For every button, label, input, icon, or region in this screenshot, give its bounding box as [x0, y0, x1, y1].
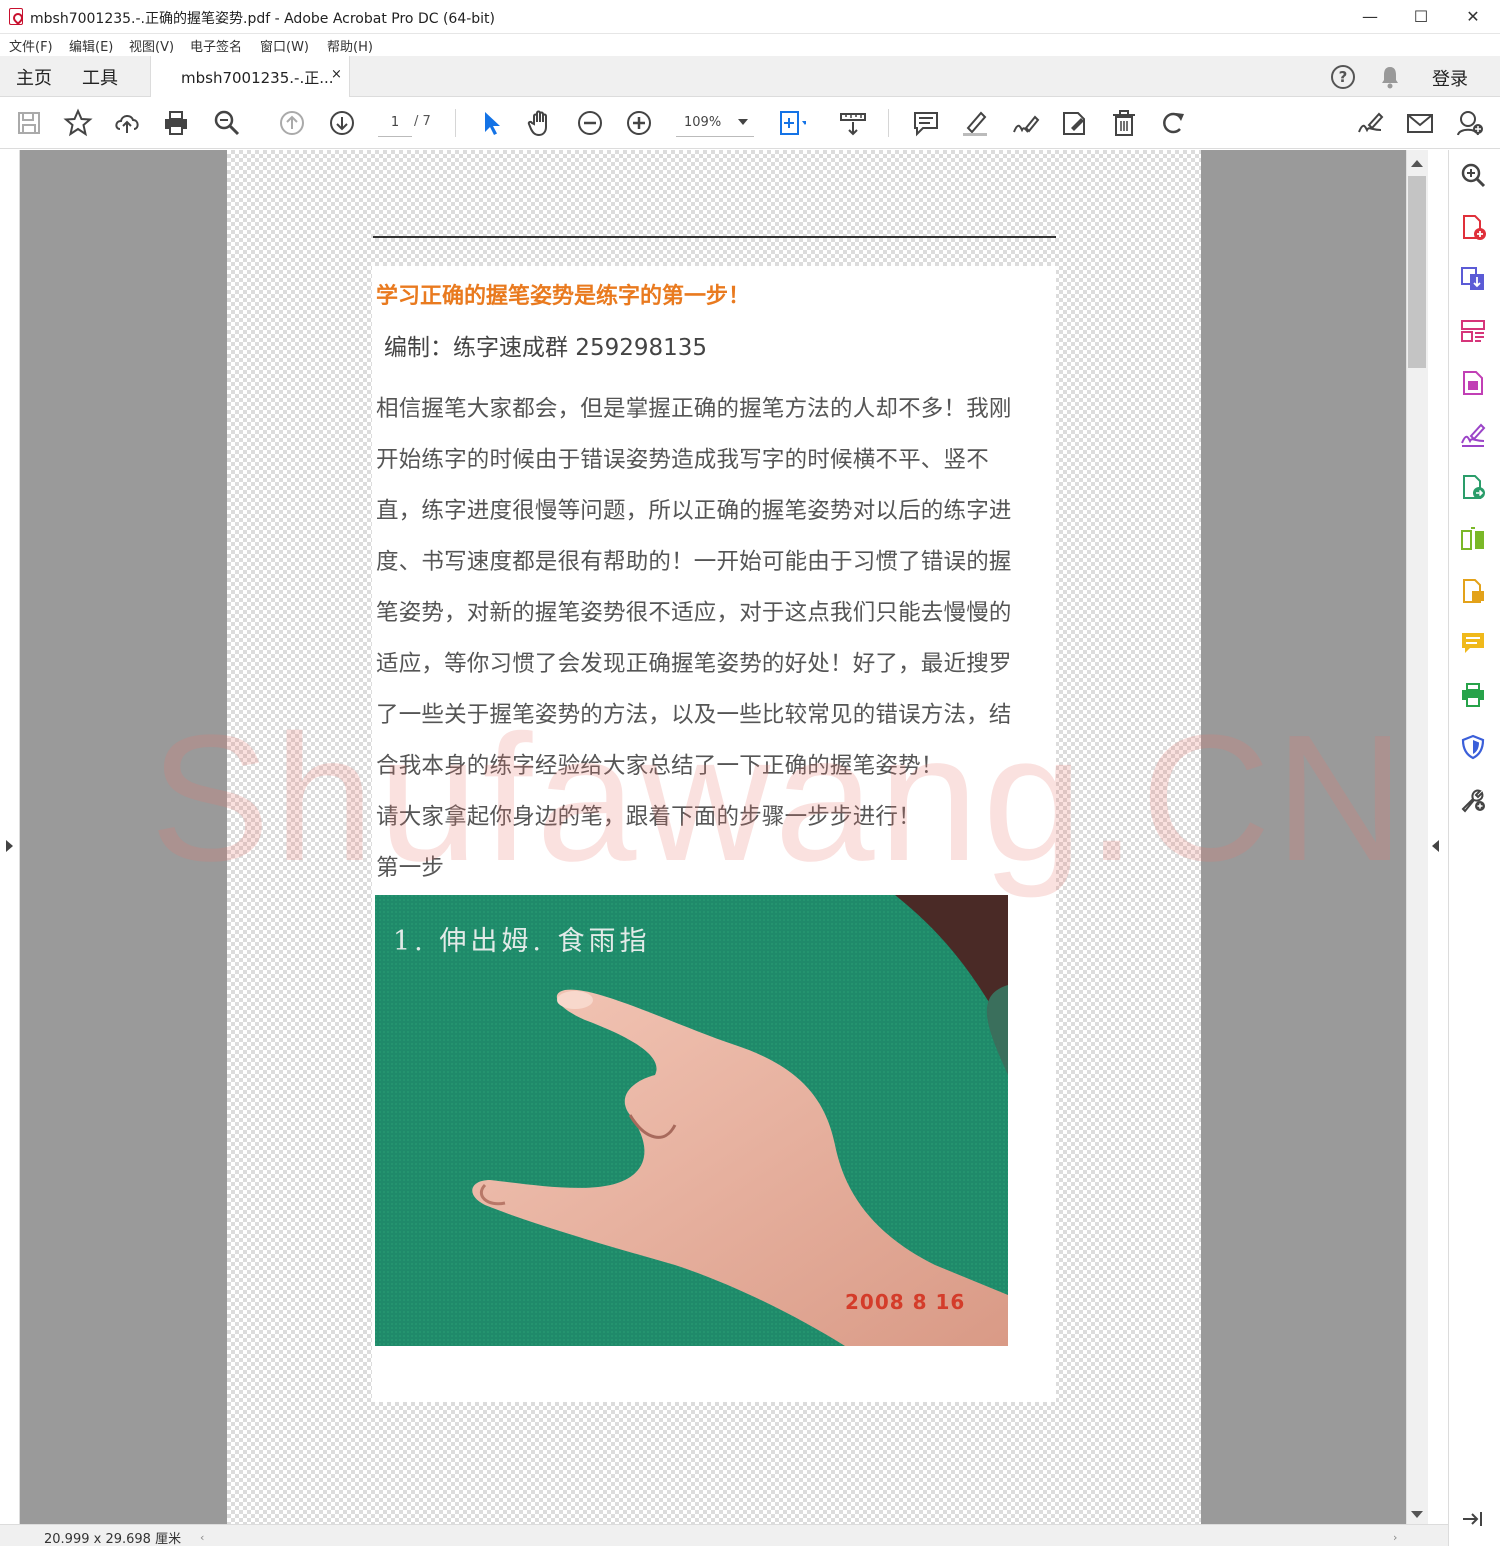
status-bar: 20.999 x 29.698 厘米 ‹ ›: [0, 1524, 1448, 1546]
page-up-icon[interactable]: [277, 108, 307, 138]
page-total: / 7: [414, 114, 431, 129]
photo-date-stamp: 2008 8 16: [845, 1290, 966, 1314]
collapse-pane-icon[interactable]: [1459, 1505, 1487, 1533]
protect-shield-icon[interactable]: [1459, 733, 1487, 761]
share-user-icon[interactable]: [1455, 108, 1485, 138]
paragraph-line: 度、书写速度都是很有帮助的！一开始可能由于习惯了错误的握: [376, 549, 1012, 575]
acrobat-app-icon: [9, 8, 23, 25]
delete-icon[interactable]: [1109, 108, 1139, 138]
menu-file[interactable]: 文件(F): [9, 36, 53, 55]
menu-window[interactable]: 窗口(W): [260, 36, 309, 55]
menu-bar: 文件(F) 编辑(E) 视图(V) 电子签名 窗口(W) 帮助(H): [0, 34, 1500, 56]
paragraph-line: 开始练字的时候由于错误姿势造成我写字的时候横不平、竖不: [376, 447, 989, 473]
paragraph-line: 笔姿势，对新的握笔姿势很不适应，对于这点我们只能去慢慢的: [376, 600, 1012, 626]
send-for-review-icon[interactable]: [1459, 473, 1487, 501]
help-icon[interactable]: ?: [1331, 65, 1355, 89]
document-tab-label: mbsh7001235.-.正...: [181, 69, 334, 87]
paragraph-line: 合我本身的练字经验给大家总结了一下正确的握笔姿势！: [376, 753, 944, 779]
document-editor-line: 编制：练字速成群 259298135: [384, 335, 708, 361]
edit-text-icon[interactable]: [1059, 108, 1089, 138]
close-window-button[interactable]: ✕: [1447, 0, 1499, 34]
paragraph-line: 相信握笔大家都会，但是掌握正确的握笔方法的人却不多！我刚: [376, 396, 1012, 422]
zoom-search-icon[interactable]: [212, 108, 242, 138]
edit-pdf-icon[interactable]: [1459, 369, 1487, 397]
print-production-icon[interactable]: [1459, 681, 1487, 709]
comment-pane-icon[interactable]: [1459, 629, 1487, 657]
upload-cloud-icon[interactable]: [112, 108, 142, 138]
print-icon[interactable]: [161, 108, 191, 138]
photo-caption: 1. 伸出姆. 食雨指: [393, 926, 651, 957]
create-pdf-icon[interactable]: [1459, 213, 1487, 241]
fill-sign-icon[interactable]: [1355, 108, 1385, 138]
login-button[interactable]: 登录: [1432, 65, 1468, 91]
menu-edit[interactable]: 编辑(E): [69, 36, 113, 55]
chevron-down-icon[interactable]: [738, 119, 748, 125]
combine-files-icon[interactable]: [1459, 577, 1487, 605]
paragraph-line: 直，练字进度很慢等问题，所以正确的握笔姿势对以后的练字进: [376, 498, 1012, 524]
paragraph-line: 请大家拿起你身边的笔，跟着下面的步骤一步步进行！: [376, 804, 921, 830]
fill-sign-pane-icon[interactable]: [1459, 421, 1487, 449]
export-pdf-icon[interactable]: [1459, 265, 1487, 293]
hand-icon[interactable]: [525, 108, 555, 138]
expand-right-icon[interactable]: [6, 840, 13, 852]
rotate-icon[interactable]: [1158, 108, 1188, 138]
window-title: mbsh7001235.-.正确的握笔姿势.pdf - Adobe Acroba…: [30, 11, 496, 27]
highlight-pen-icon[interactable]: [960, 108, 990, 138]
measure-icon[interactable]: [838, 108, 868, 138]
toolbar-separator: [888, 109, 889, 137]
menu-esign[interactable]: 电子签名: [190, 36, 242, 55]
comment-icon[interactable]: [911, 108, 941, 138]
paragraph-line: 了一些关于握笔姿势的方法，以及一些比较常见的错误方法，结: [376, 702, 1012, 728]
tab-tools[interactable]: 工具: [82, 64, 118, 90]
page-down-icon[interactable]: [327, 108, 357, 138]
tab-bar: 主页 工具 mbsh7001235.-.正... × ? 登录: [0, 56, 1500, 97]
document-heading: 学习正确的握笔姿势是练字的第一步！: [376, 283, 751, 309]
tab-document[interactable]: mbsh7001235.-.正... ×: [150, 56, 350, 97]
page-number-input[interactable]: 1: [378, 109, 412, 137]
organize-pages-icon[interactable]: [1459, 317, 1487, 345]
sign-icon[interactable]: [1010, 108, 1040, 138]
main-toolbar: 1 / 7 109%: [0, 97, 1500, 149]
email-icon[interactable]: [1405, 108, 1435, 138]
maximize-button[interactable]: ☐: [1395, 0, 1447, 34]
scroll-up-icon[interactable]: [1411, 160, 1423, 167]
toolbar-separator: [455, 109, 456, 137]
zoom-in-icon[interactable]: [624, 108, 654, 138]
menu-view[interactable]: 视图(V): [129, 36, 174, 55]
fit-page-icon[interactable]: [776, 108, 808, 138]
right-tools-pane: [1448, 150, 1500, 1546]
hand-photo: 1. 伸出姆. 食雨指 2008 8 16: [375, 895, 1008, 1346]
enhance-search-icon[interactable]: [1459, 161, 1487, 189]
title-bar: mbsh7001235.-.正确的握笔姿势.pdf - Adobe Acroba…: [0, 0, 1500, 34]
minimize-button[interactable]: —: [1344, 0, 1396, 34]
save-icon[interactable]: [14, 108, 44, 138]
close-tab-icon[interactable]: ×: [331, 67, 342, 82]
scroll-right-icon[interactable]: ›: [1393, 1531, 1397, 1544]
collapse-left-icon[interactable]: [1432, 840, 1439, 852]
left-pane-toggle[interactable]: [0, 150, 20, 1524]
tab-home[interactable]: 主页: [16, 64, 52, 90]
paragraph-line: 适应，等你习惯了会发现正确握笔姿势的好处！好了，最近搜罗: [376, 651, 1012, 677]
page-size-readout: 20.999 x 29.698 厘米: [44, 1532, 182, 1546]
menu-help[interactable]: 帮助(H): [327, 36, 373, 55]
header-rule: [373, 236, 1056, 238]
scroll-left-icon[interactable]: ‹: [200, 1531, 204, 1544]
notification-bell-icon[interactable]: [1380, 65, 1400, 89]
zoom-out-icon[interactable]: [575, 108, 605, 138]
bookmark-star-icon[interactable]: [63, 108, 93, 138]
select-arrow-icon[interactable]: [476, 108, 506, 138]
step-label: 第一步: [376, 855, 445, 881]
scrollbar-thumb[interactable]: [1408, 176, 1426, 368]
compare-files-icon[interactable]: [1459, 525, 1487, 553]
more-tools-icon[interactable]: [1459, 785, 1487, 813]
scroll-down-icon[interactable]: [1411, 1511, 1423, 1518]
right-pane-toggle[interactable]: [1428, 150, 1448, 1524]
